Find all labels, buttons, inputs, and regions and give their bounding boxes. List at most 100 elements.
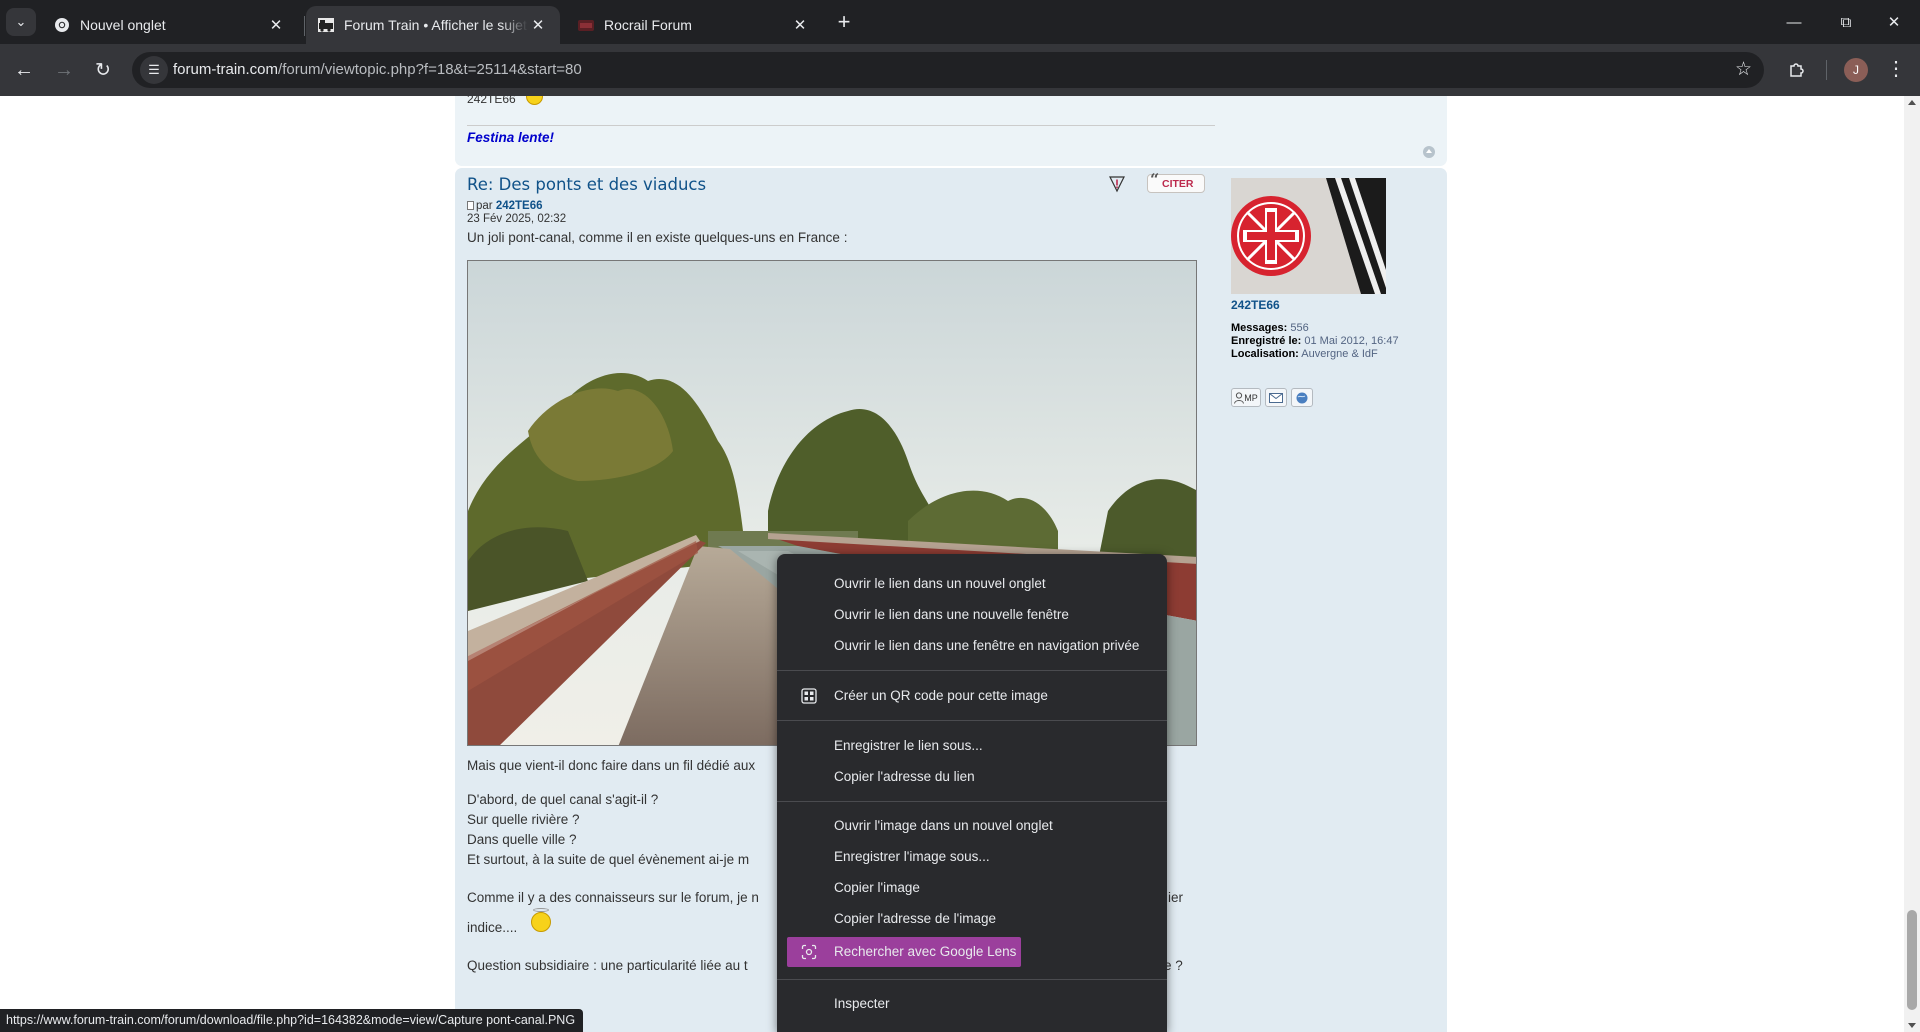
author-username[interactable]: 242TE66 [1231,298,1280,312]
close-window-button[interactable]: ✕ [1868,0,1920,44]
close-icon[interactable]: ✕ [528,15,548,35]
post-line: Comme il y a des connaisseurs sur le for… [467,890,759,905]
reload-button[interactable]: ↻ [87,54,119,86]
close-icon[interactable]: ✕ [266,15,286,35]
tab-title: Forum Train • Afficher le sujet - Des po… [344,17,528,33]
scroll-up-icon[interactable] [1908,100,1916,105]
page-scrollbar[interactable] [1904,96,1920,1032]
post-date: 23 Fév 2025, 02:32 [467,213,567,225]
quote-button[interactable]: “ CITER [1147,170,1205,193]
pm-button[interactable]: MP [1231,388,1261,407]
context-menu: Ouvrir le lien dans un nouvel onglet Ouv… [777,554,1167,1032]
url-host: forum-train.com [173,61,279,78]
menu-copy-link-address[interactable]: Copier l'adresse du lien [777,762,1167,792]
bookmark-star-icon[interactable]: ☆ [1735,58,1752,81]
scroll-down-icon[interactable] [1908,1023,1916,1028]
tab-search-button[interactable]: ⌄ [6,8,36,36]
browser-toolbar: ← → ↻ ☰ forum-train.com/forum/viewtopic.… [0,44,1920,96]
menu-separator [777,801,1167,802]
train-favicon-icon [318,18,334,32]
post-line-tail: ier [1168,890,1184,905]
location-label: Localisation: [1231,348,1299,360]
menu-separator [777,670,1167,671]
smiley-icon [526,96,543,105]
tune-icon: ☰ [148,62,160,77]
forward-button[interactable]: → [48,54,80,86]
post-line: Et surtout, à la suite de quel évènement… [467,852,750,867]
close-icon: ✕ [1887,14,1901,31]
post-line: indice.... [467,920,518,935]
signature-divider [467,125,1215,126]
scrollbar-thumb[interactable] [1907,910,1917,1010]
by-prefix: par [476,200,493,212]
menu-copy-image[interactable]: Copier l'image [777,873,1167,903]
location-value: Auvergne & IdF [1301,348,1378,360]
back-to-top-icon[interactable] [1423,146,1435,158]
website-button[interactable] [1291,388,1313,407]
post-intro: Un joli pont-canal, comme il en existe q… [467,230,848,245]
author-link[interactable]: 242TE66 [496,200,543,212]
plus-icon: + [837,9,851,34]
menu-save-image-as[interactable]: Enregistrer l'image sous... [777,842,1167,872]
post-line: Dans quelle ville ? [467,832,577,847]
more-menu-icon[interactable]: ⋮ [1884,56,1908,81]
menu-save-link-as[interactable]: Enregistrer le lien sous... [777,731,1167,761]
email-button[interactable] [1265,388,1287,407]
minimize-button[interactable]: — [1768,0,1820,44]
user-icon [1234,391,1245,404]
messages-label: Messages: [1231,322,1288,334]
url-text[interactable]: forum-train.com/forum/viewtopic.php?f=18… [173,61,582,78]
site-settings-button[interactable]: ☰ [140,56,168,84]
restore-icon: ⧉ [1840,13,1852,31]
url-path: /forum/viewtopic.php?f=18&t=25114&start=… [278,61,582,78]
toolbar-divider [1826,60,1827,80]
tab-title: Nouvel onglet [80,17,166,33]
profile-avatar[interactable]: J [1844,58,1868,82]
menu-search-google-lens[interactable]: Rechercher avec Google Lens [787,937,1021,967]
author-avatar[interactable] [1231,178,1386,294]
chevron-down-icon: ⌄ [15,14,27,29]
report-icon[interactable] [1108,175,1126,193]
back-button[interactable]: ← [8,54,40,86]
previous-post-text: 242TE66 [467,96,516,106]
avatar-image [1231,178,1386,294]
tab-forum-train[interactable]: Forum Train • Afficher le sujet - Des po… [306,6,560,44]
previous-post: 242TE66 Festina lente! [455,96,1447,166]
qr-code-icon [801,688,817,704]
globe-icon [1296,392,1308,403]
tab-separator [304,16,305,36]
minimize-icon: — [1786,13,1802,31]
address-bar[interactable]: ☰ forum-train.com/forum/viewtopic.php?f=… [132,52,1764,88]
menu-inspect[interactable]: Inspecter [777,989,1167,1019]
tab-strip: ⌄ Nouvel onglet ✕ Forum Train • Afficher… [0,0,1920,44]
menu-open-image-new-tab[interactable]: Ouvrir l'image dans un nouvel onglet [777,811,1167,841]
puzzle-icon [1790,63,1804,77]
arrow-right-icon: → [54,58,74,81]
menu-open-link-incognito[interactable]: Ouvrir le lien dans une fenêtre en navig… [777,631,1167,661]
angel-smiley-icon [531,912,551,932]
registered-label: Enregistré le: [1231,335,1302,347]
quote-label: CITER [1162,178,1194,190]
post-line: Question subsidiaire : une particularité… [467,958,748,973]
tab-new-tab[interactable]: Nouvel onglet ✕ [42,6,298,44]
messages-value: 556 [1290,322,1309,334]
post-line: Mais que vient-il donc faire dans un fil… [467,758,756,773]
menu-create-qr-code[interactable]: Créer un QR code pour cette image [777,681,1167,711]
close-icon[interactable]: ✕ [790,15,810,35]
menu-item-label: Rechercher avec Google Lens [834,944,1017,959]
tab-rocrail-forum[interactable]: Rocrail Forum ✕ [566,6,822,44]
post-line: D'abord, de quel canal s'agit-il ? [467,792,659,807]
menu-open-link-new-window[interactable]: Ouvrir le lien dans une nouvelle fenêtre [777,600,1167,630]
arrow-left-icon: ← [14,58,34,81]
extensions-icon[interactable] [1786,58,1808,80]
profile-location: Localisation: Auvergne & IdF [1231,348,1378,360]
menu-open-link-new-tab[interactable]: Ouvrir le lien dans un nouvel onglet [777,569,1167,599]
envelope-icon [1269,392,1283,403]
post-byline: par 242TE66 [467,200,543,212]
menu-copy-image-address[interactable]: Copier l'adresse de l'image [777,904,1167,934]
restore-button[interactable]: ⧉ [1820,0,1872,44]
post-title[interactable]: Re: Des ponts et des viaducs [467,175,706,194]
reload-icon: ↻ [95,59,111,81]
chrome-icon [55,18,69,32]
new-tab-button[interactable]: + [830,8,858,36]
